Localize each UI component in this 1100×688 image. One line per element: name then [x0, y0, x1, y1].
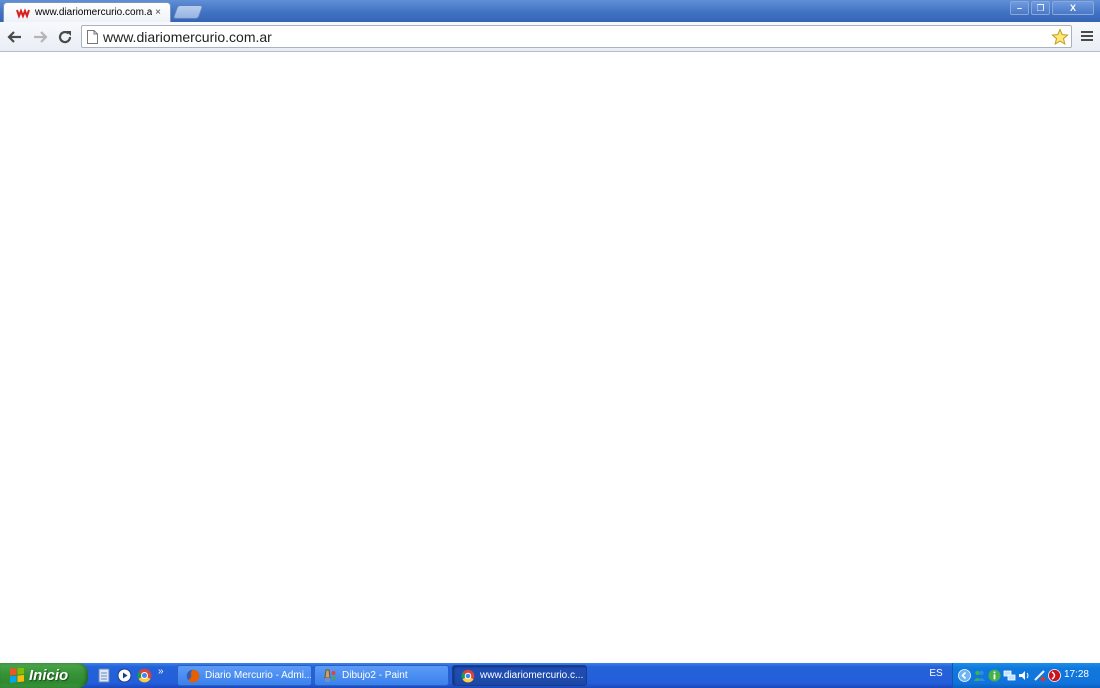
volume-icon[interactable]: [1018, 669, 1031, 682]
network-icon[interactable]: [1003, 669, 1016, 682]
taskbar-button-paint[interactable]: Dibujo2 - Paint: [314, 665, 449, 686]
taskbar-button-label: Dibujo2 - Paint: [342, 670, 408, 681]
address-bar[interactable]: www.diariomercurio.com.ar: [81, 25, 1072, 48]
media-player-icon[interactable]: [116, 667, 132, 683]
messenger-icon[interactable]: [973, 669, 986, 682]
clock[interactable]: 17:28: [1064, 669, 1089, 680]
tab-title: www.diariomercurio.com.ar: [35, 7, 152, 18]
browser-toolbar: www.diariomercurio.com.ar: [0, 22, 1100, 52]
notepad-icon[interactable]: [96, 667, 112, 683]
chrome-icon[interactable]: [136, 667, 152, 683]
page-icon: [87, 30, 98, 44]
taskbar-button-label: Diario Mercurio - Admi...: [205, 670, 312, 681]
forward-arrow-icon: [34, 31, 48, 43]
chrome-icon: [461, 669, 475, 683]
browser-titlebar: www.diariomercurio.com.ar × – ❐ X: [0, 0, 1100, 22]
taskbar: Inicio » Diario Mercurio - Admi... Dibuj…: [0, 663, 1100, 688]
antivirus-icon[interactable]: [1048, 669, 1061, 682]
taskbar-button-label: www.diariomercurio.c...: [480, 670, 584, 681]
url-text: www.diariomercurio.com.ar: [103, 29, 272, 45]
info-icon[interactable]: [988, 669, 1001, 682]
window-controls: – ❐ X: [1010, 1, 1094, 15]
language-indicator[interactable]: ES: [923, 668, 949, 679]
firefox-icon: [186, 669, 200, 683]
minimize-button[interactable]: –: [1010, 1, 1029, 15]
tab-close-icon[interactable]: ×: [152, 7, 164, 18]
quick-launch: »: [96, 666, 164, 683]
quick-launch-more[interactable]: »: [158, 666, 164, 677]
start-label: Inicio: [29, 667, 69, 684]
back-arrow-icon: [7, 31, 21, 43]
bookmark-star-icon[interactable]: [1051, 28, 1069, 46]
paint-icon: [323, 669, 337, 683]
windows-logo-icon: [10, 667, 24, 683]
back-button[interactable]: [5, 27, 25, 47]
restore-button[interactable]: ❐: [1031, 1, 1050, 15]
taskbar-button-chrome[interactable]: www.diariomercurio.c...: [452, 665, 587, 686]
new-tab-button[interactable]: [172, 5, 204, 19]
close-window-button[interactable]: X: [1052, 1, 1094, 15]
browser-tab[interactable]: www.diariomercurio.com.ar ×: [3, 2, 171, 22]
page-content: [0, 53, 1100, 663]
reload-button[interactable]: [55, 27, 75, 47]
system-tray: 17:28: [952, 663, 1100, 688]
reload-icon: [58, 30, 72, 44]
forward-button[interactable]: [30, 27, 50, 47]
connection-icon[interactable]: [1033, 669, 1046, 682]
start-button[interactable]: Inicio: [0, 663, 88, 688]
site-favicon-icon: [16, 7, 30, 19]
taskbar-button-firefox[interactable]: Diario Mercurio - Admi...: [177, 665, 312, 686]
menu-icon[interactable]: [1080, 29, 1094, 43]
tray-collapse-icon[interactable]: [958, 669, 971, 682]
